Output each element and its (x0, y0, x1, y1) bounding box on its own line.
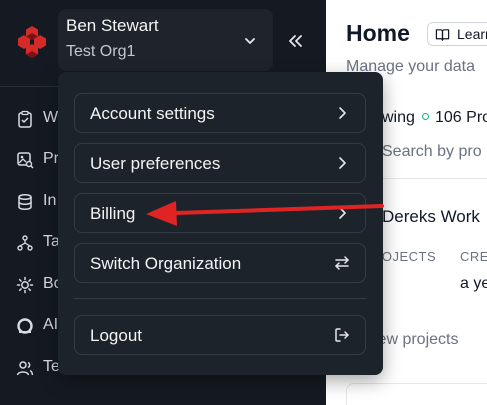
network-icon (17, 235, 33, 251)
ai-icon (17, 318, 33, 334)
menu-item-billing[interactable]: Billing (74, 193, 366, 233)
sidebar-item-label: In (43, 192, 57, 209)
sun-settings-icon (16, 276, 34, 294)
workspace-name[interactable]: Dereks Work (382, 207, 480, 227)
menu-item-user-preferences[interactable]: User preferences (74, 143, 366, 183)
logo-icon (18, 26, 46, 58)
page-title: Home (346, 20, 410, 46)
learn-button[interactable]: Learn (427, 22, 487, 46)
book-open-icon (435, 29, 450, 41)
menu-item-switch-organization[interactable]: Switch Organization (74, 243, 366, 283)
following-tab[interactable]: wing (382, 109, 415, 127)
view-projects-link[interactable]: iew projects (374, 331, 458, 349)
menu-item-account-settings[interactable]: Account settings (74, 93, 366, 133)
org-name: Test Org1 (66, 43, 136, 60)
clipboard-check-icon (18, 110, 32, 128)
column-header-created: CRE (460, 249, 487, 264)
menu-item-label: Logout (90, 326, 142, 345)
sidebar-item-label: W (43, 109, 59, 126)
org-switcher[interactable]: Ben Stewart Test Org1 (58, 9, 273, 71)
menu-item-label: User preferences (90, 154, 221, 173)
sidebar-item-label: Pr (43, 150, 59, 167)
workspace-card[interactable] (346, 383, 487, 405)
chevron-down-icon (245, 38, 255, 44)
sidebar-item-label: AI (43, 316, 59, 333)
logout-icon (335, 328, 349, 342)
chevron-right-icon (339, 107, 346, 119)
database-icon (18, 193, 32, 211)
created-value: a ye (460, 275, 487, 292)
image-search-icon (17, 152, 34, 169)
menu-item-label: Billing (90, 204, 136, 223)
user-name: Ben Stewart (66, 16, 159, 35)
menu-item-label: Switch Organization (90, 254, 242, 273)
menu-item-logout[interactable]: Logout (74, 315, 366, 355)
status-dot-icon (422, 113, 429, 120)
learn-button-label: Learn (457, 26, 487, 42)
account-dropdown-menu: Account settings User preferences Billin… (58, 72, 383, 375)
collapse-sidebar-icon[interactable] (285, 31, 305, 51)
menu-item-label: Account settings (90, 104, 215, 123)
chevron-right-icon (339, 157, 346, 169)
projects-count: 106 Pro (435, 109, 487, 126)
users-icon (16, 361, 34, 376)
menu-divider (74, 298, 366, 299)
switch-arrows-icon (335, 256, 349, 270)
chevron-right-icon (339, 207, 346, 219)
search-input[interactable] (382, 138, 487, 166)
